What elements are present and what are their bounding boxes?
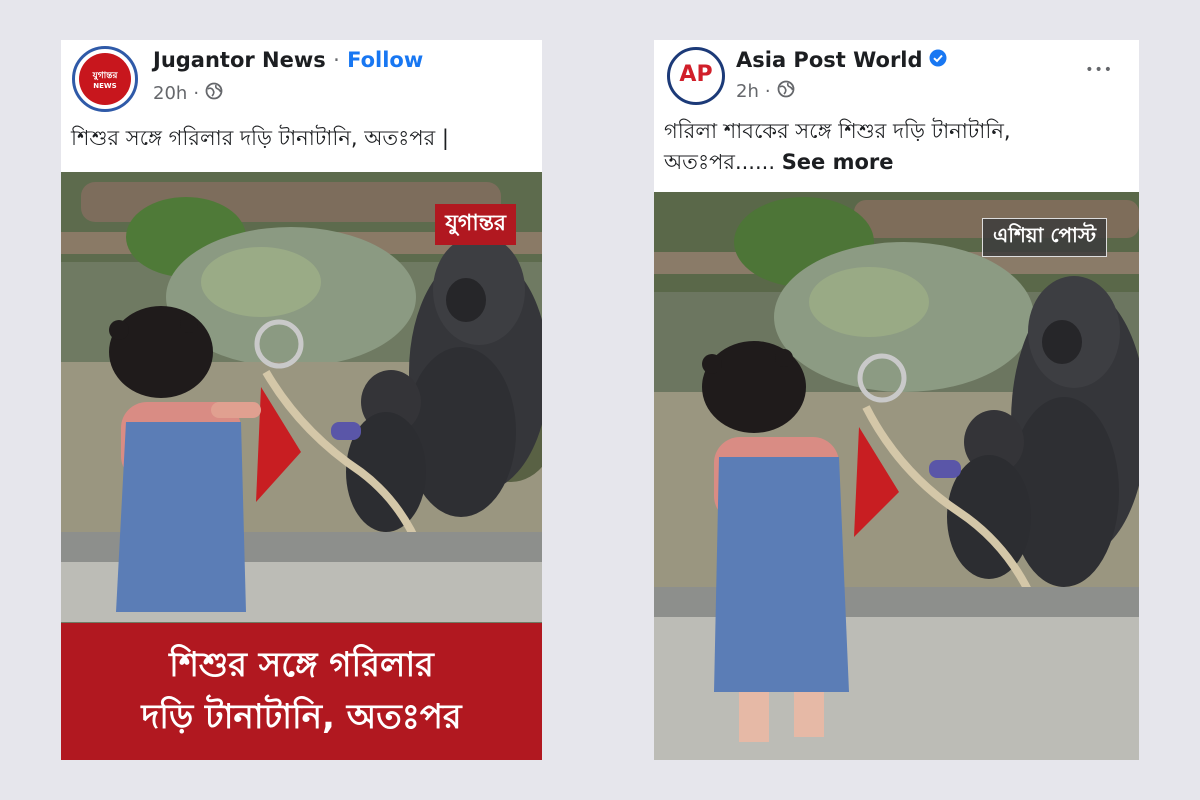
post-time[interactable]: 2h <box>736 81 759 102</box>
asia-post-card: AP Asia Post World ••• 2h · গরিলা শাবকের… <box>654 40 1139 760</box>
post-meta: 20h · <box>153 82 223 105</box>
avatar-logo-subtext: NEWS <box>93 82 117 90</box>
follow-button[interactable]: Follow <box>347 48 423 72</box>
post-time[interactable]: 20h <box>153 83 187 104</box>
meta-separator: · <box>764 81 771 102</box>
avatar-logo-letters: AP <box>679 62 713 87</box>
caption-line-1: গরিলা শাবকের সঙ্গে শিশুর দড়ি টানাটানি, <box>664 119 1011 143</box>
jugantor-watermark: যুগান্তর <box>435 204 516 245</box>
headline-banner: শিশুর সঙ্গে গরিলার দড়ি টানাটানি, অতঃপর <box>61 623 542 760</box>
see-more-link[interactable]: See more <box>782 150 894 174</box>
post-header-name-row: Jugantor News · Follow <box>153 48 423 72</box>
globe-icon <box>205 82 223 105</box>
post-caption: গরিলা শাবকের সঙ্গে শিশুর দড়ি টানাটানি, … <box>664 116 1011 178</box>
more-options-icon[interactable]: ••• <box>1085 62 1113 78</box>
page-name[interactable]: Jugantor News <box>153 48 326 72</box>
caption-line-2-text: অতঃপর...... <box>664 150 775 174</box>
asia-post-watermark: এশিয়া পোস্ট <box>982 218 1107 257</box>
separator-dot: · <box>333 48 340 72</box>
post-header-name-row: Asia Post World <box>736 48 947 72</box>
jugantor-avatar[interactable]: যুগান্তর NEWS <box>72 46 138 112</box>
page-name[interactable]: Asia Post World <box>736 48 923 72</box>
zoo-scene-image <box>654 192 1139 760</box>
caption-line-2: অতঃপর...... See more <box>664 147 1011 178</box>
video-thumbnail[interactable]: যুগান্তর শিশুর সঙ্গে গরিলার দড়ি টানাটান… <box>61 172 542 760</box>
post-caption: শিশুর সঙ্গে গরিলার দড়ি টানাটানি, অতঃপর … <box>71 126 449 150</box>
asia-post-avatar[interactable]: AP <box>667 47 725 105</box>
banner-line-2: দড়ি টানাটানি, অতঃপর <box>141 697 462 737</box>
avatar-logo-text: যুগান্তর <box>92 71 118 81</box>
verified-badge-icon <box>929 48 947 72</box>
banner-line-1: শিশুর সঙ্গে গরিলার <box>169 645 434 685</box>
meta-separator: · <box>193 83 200 104</box>
post-meta: 2h · <box>736 80 795 103</box>
video-thumbnail[interactable]: এশিয়া পোস্ট <box>654 192 1139 760</box>
globe-icon <box>777 80 795 103</box>
jugantor-post-card: যুগান্তর NEWS Jugantor News · Follow 20h… <box>61 40 542 760</box>
